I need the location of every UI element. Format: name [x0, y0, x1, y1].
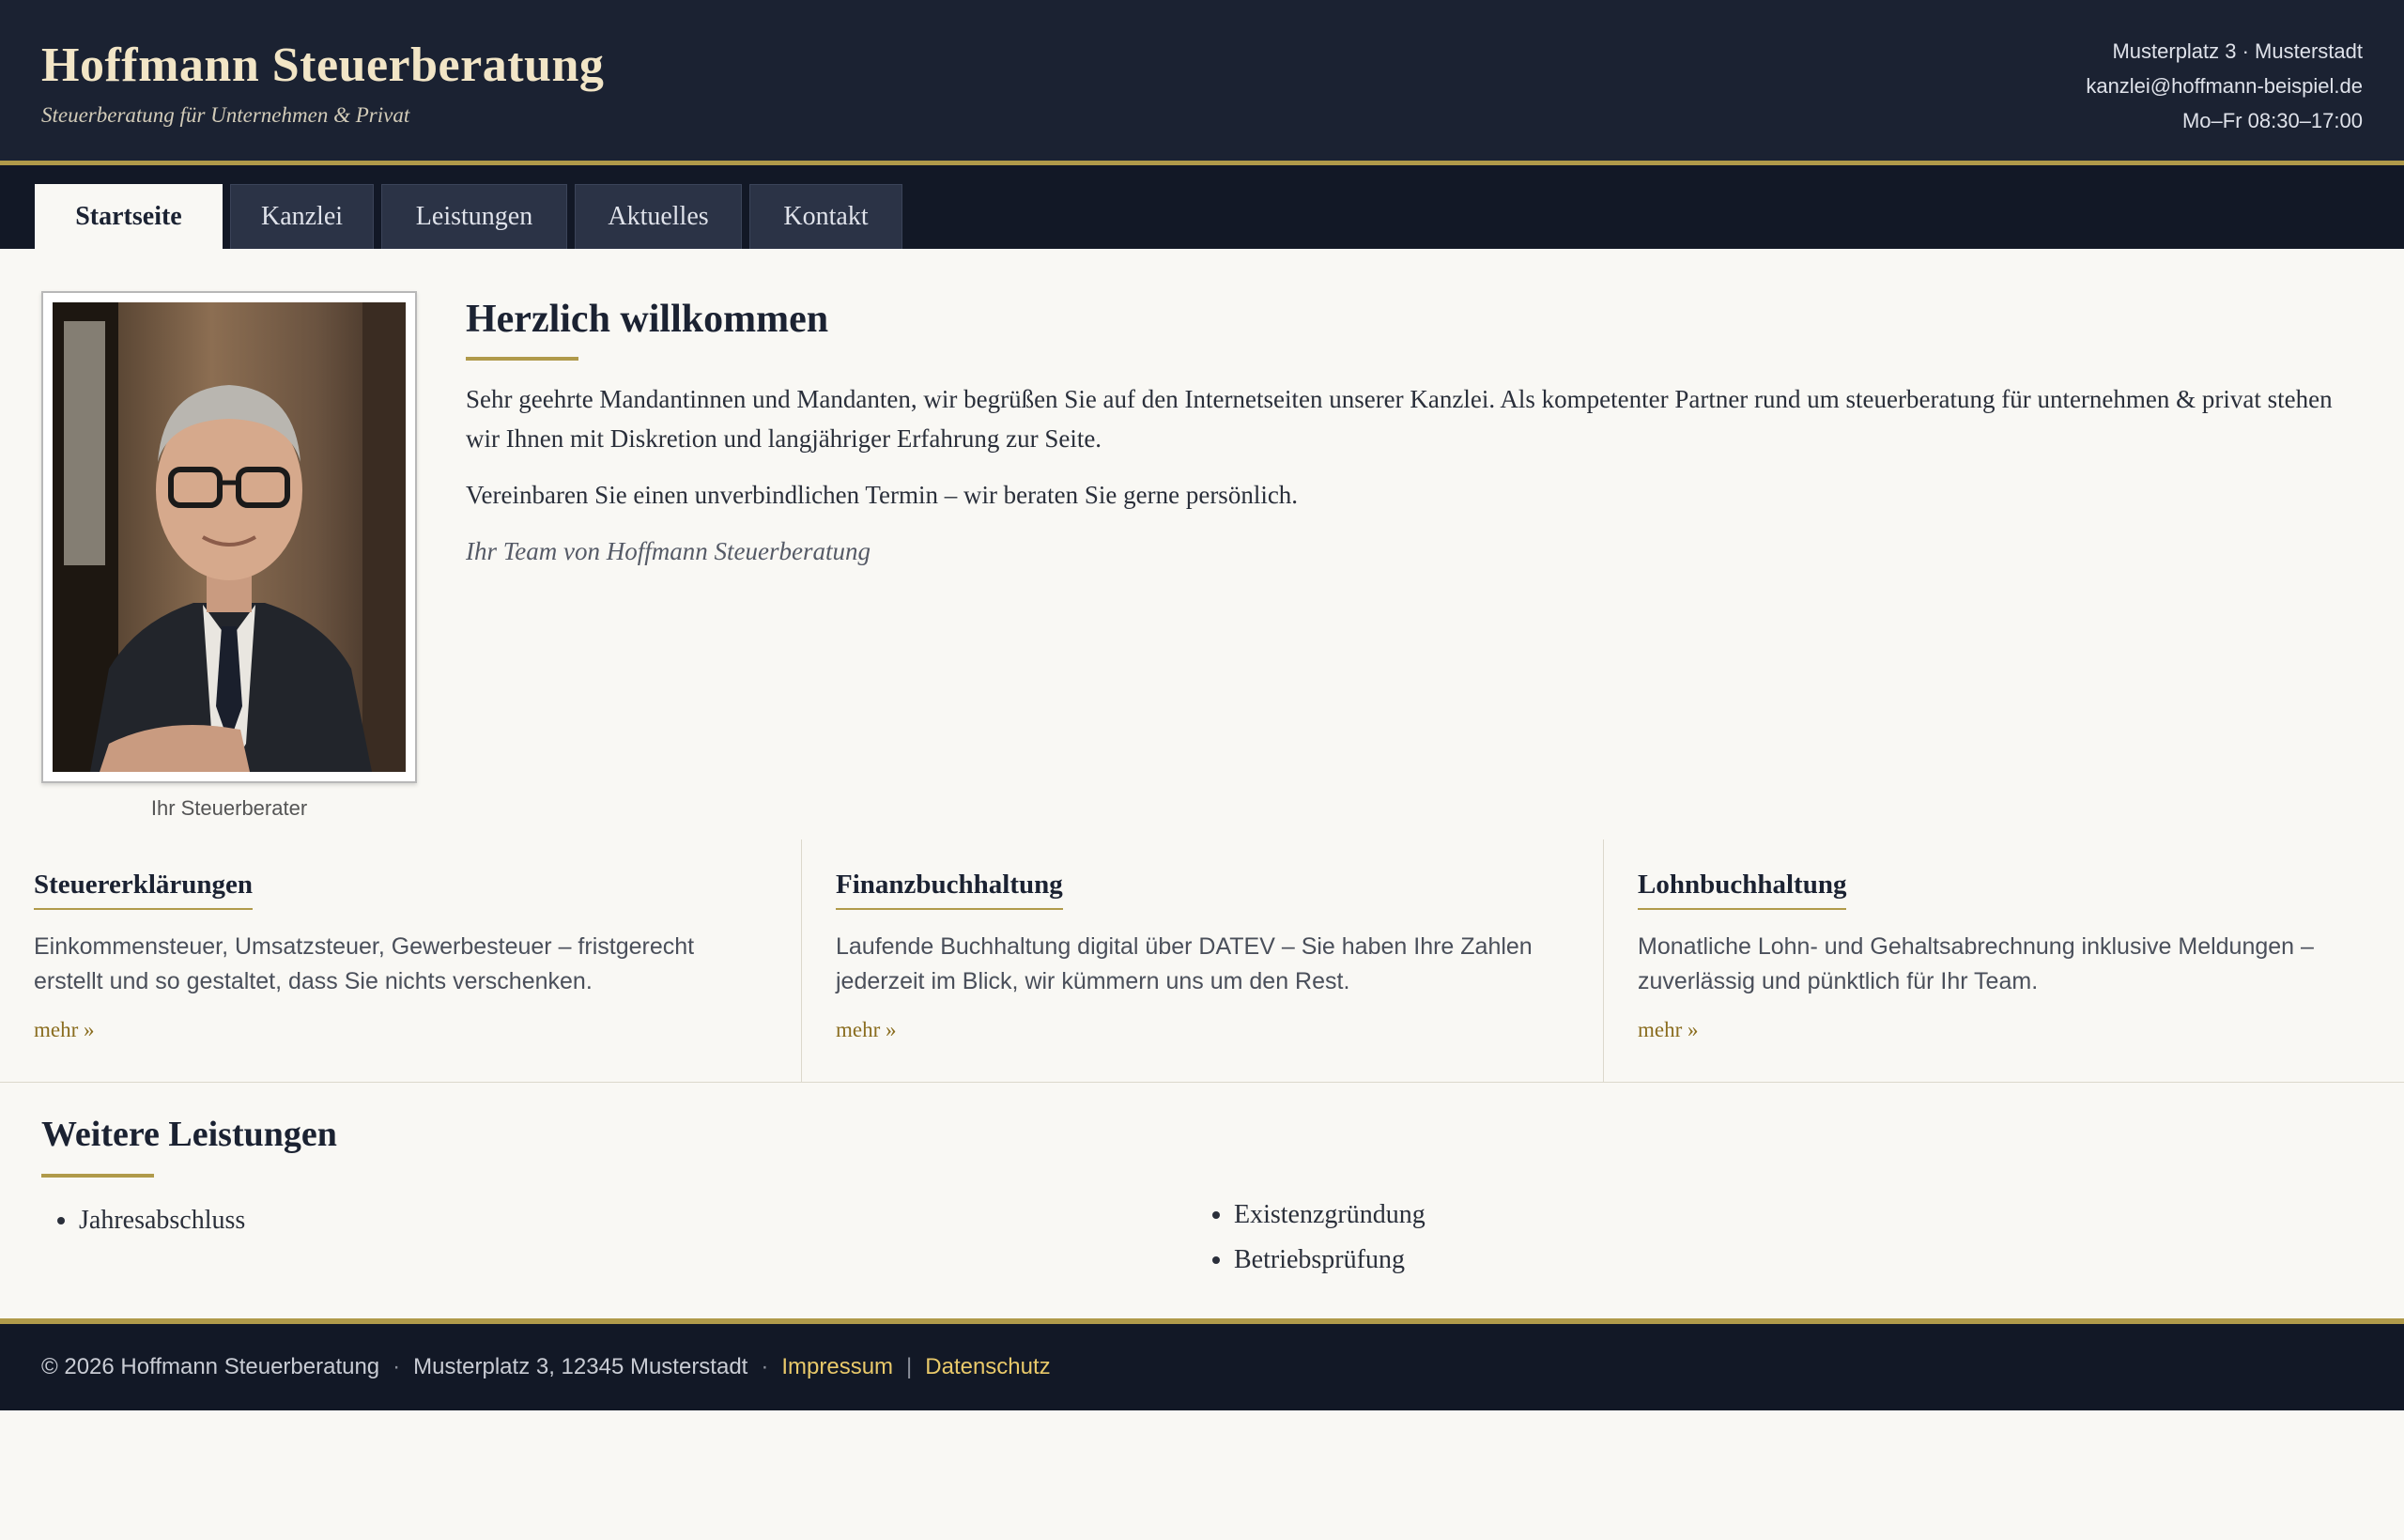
footer-separator: | — [906, 1354, 913, 1379]
tab-leistungen[interactable]: Leistungen — [381, 184, 567, 249]
list-item: Existenzgründung — [1234, 1193, 1425, 1238]
tab-aktuelles[interactable]: Aktuelles — [575, 184, 742, 249]
service-title: Finanzbuchhaltung — [836, 870, 1063, 910]
service-description: Monatliche Lohn- und Gehaltsabrechnung i… — [1638, 933, 2314, 994]
site-footer: © 2026 Hoffmann Steuerberatung · Musterp… — [0, 1318, 2404, 1410]
team-signature: Ihr Team von Hoffmann Steuerberatung — [466, 537, 871, 565]
header-contact: Musterplatz 3 · Musterstadt kanzlei@hoff… — [2086, 34, 2363, 138]
site-header: Hoffmann Steuerberatung Steuerberatung f… — [0, 0, 2404, 165]
services-section: Steuererklärungen Einkommensteuer, Umsat… — [0, 839, 2404, 1083]
welcome-heading-underline — [466, 357, 578, 361]
advisor-portrait — [53, 302, 406, 772]
service-description: Laufende Buchhaltung digital über DATEV … — [836, 933, 1533, 994]
further-services-heading: Weitere Leistungen — [41, 1115, 337, 1154]
service-more-link[interactable]: mehr » — [1638, 1018, 1699, 1042]
contact-address: Musterplatz 3 · Musterstadt — [2112, 39, 2363, 63]
list-item: Betriebsprüfung — [1234, 1238, 1425, 1283]
contact-email[interactable]: kanzlei@hoffmann-beispiel.de — [2086, 69, 2363, 103]
tab-kanzlei[interactable]: Kanzlei — [230, 184, 374, 249]
portrait-caption: Ihr Steuerberater — [150, 796, 308, 820]
site-tagline: Steuerberatung für Unternehmen & Privat — [41, 103, 410, 127]
list-item: Jahresabschluss — [79, 1198, 245, 1243]
welcome-heading: Herzlich willkommen — [466, 298, 829, 341]
tab-startseite[interactable]: Startseite — [35, 184, 223, 249]
further-services-list-left: Jahresabschluss — [41, 1198, 245, 1243]
further-heading-underline — [41, 1174, 154, 1178]
service-title: Steuererklärungen — [34, 870, 254, 910]
further-services-list-right: Existenzgründung Betriebsprüfung — [1196, 1193, 1425, 1283]
welcome-paragraph: Sehr geehrte Mandantinnen und Mandanten,… — [466, 385, 2333, 453]
service-description: Einkommensteuer, Umsatzsteuer, Gewerbest… — [34, 933, 695, 994]
service-card-lohnbuchhaltung: Lohnbuchhaltung Monatliche Lohn- und Geh… — [1603, 839, 2404, 1082]
footer-separator: · — [761, 1354, 769, 1379]
impressum-link[interactable]: Impressum — [781, 1354, 893, 1380]
service-title: Lohnbuchhaltung — [1638, 870, 1847, 910]
footer-copyright: © 2026 Hoffmann Steuerberatung — [41, 1354, 380, 1379]
footer-separator: · — [393, 1354, 401, 1379]
contact-hours: Mo–Fr 08:30–17:00 — [2181, 109, 2363, 132]
service-card-finanzbuchhaltung: Finanzbuchhaltung Laufende Buchhaltung d… — [801, 839, 1603, 1082]
datenschutz-link[interactable]: Datenschutz — [925, 1354, 1050, 1380]
portrait-frame — [41, 291, 417, 783]
service-more-link[interactable]: mehr » — [34, 1018, 95, 1042]
main-navigation: Startseite Kanzlei Leistungen Aktuelles … — [0, 165, 2404, 249]
service-card-steuererklaerungen: Steuererklärungen Einkommensteuer, Umsat… — [0, 839, 801, 1082]
service-more-link[interactable]: mehr » — [836, 1018, 897, 1042]
tab-kontakt[interactable]: Kontakt — [749, 184, 902, 249]
footer-address: Musterplatz 3, 12345 Musterstadt — [413, 1354, 748, 1379]
portrait-illustration — [53, 302, 406, 772]
site-title[interactable]: Hoffmann Steuerberatung — [41, 38, 604, 93]
appointment-paragraph: Vereinbaren Sie einen unverbindlichen Te… — [466, 481, 1299, 509]
